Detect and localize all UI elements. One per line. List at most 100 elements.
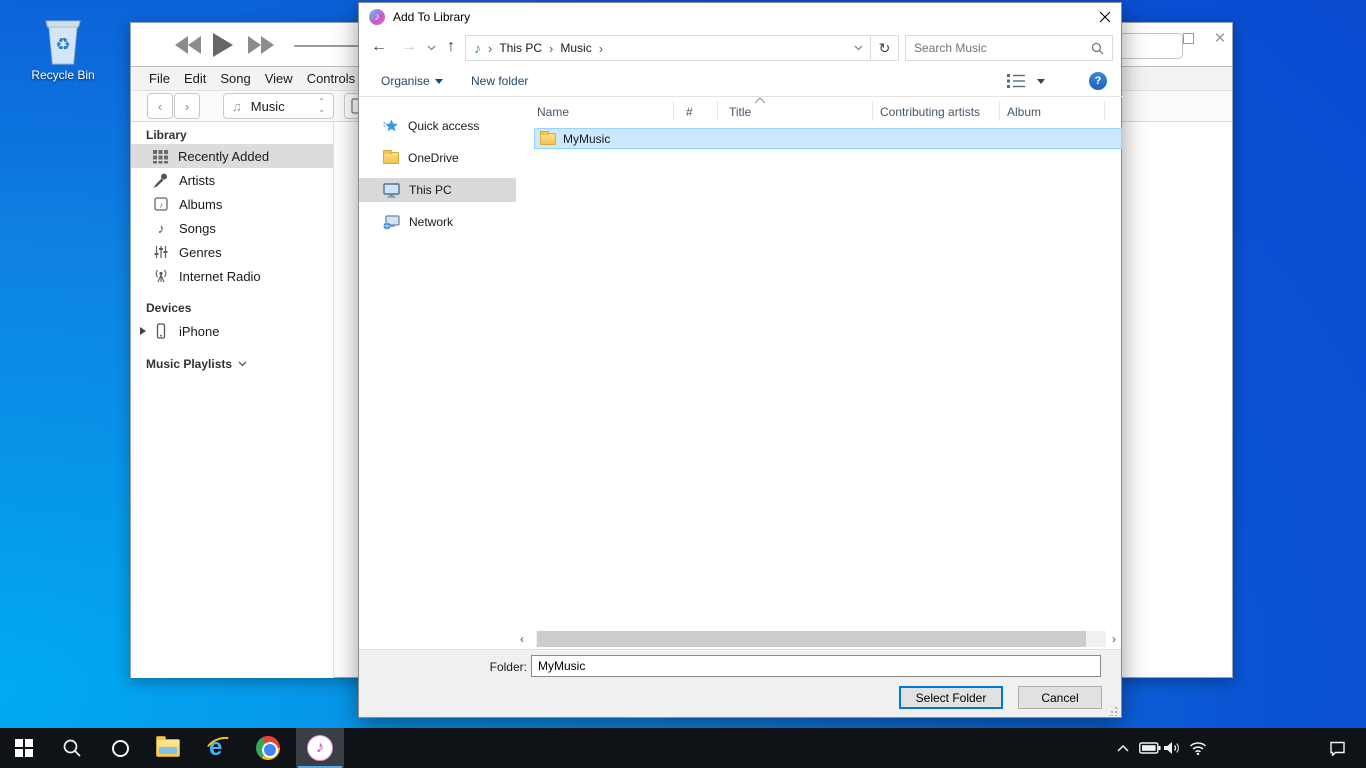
dialog-nav-pane: Quick access OneDrive This PC (359, 98, 516, 647)
tray-show-hidden-button[interactable] (1108, 728, 1138, 768)
recycle-bin-icon: ♻ (37, 10, 89, 66)
nav-item-this-pc[interactable]: This PC (359, 178, 516, 202)
back-button[interactable]: ‹ (147, 93, 173, 119)
action-center-button[interactable] (1320, 728, 1354, 768)
sidebar-item-genres[interactable]: Genres (131, 240, 333, 264)
dialog-command-bar: Organise New folder ? (359, 65, 1123, 97)
menu-item-controls[interactable]: Controls (307, 71, 355, 86)
album-icon: ♪ (153, 196, 169, 212)
nav-up-icon[interactable]: ↑ (447, 38, 455, 56)
start-button[interactable] (0, 728, 48, 768)
forward-button[interactable]: › (174, 93, 200, 119)
chevron-down-icon (435, 79, 443, 84)
details-view-icon[interactable] (1007, 74, 1026, 88)
view-dropdown-chevron-icon[interactable] (1037, 79, 1045, 84)
dialog-title-bar[interactable]: ♪ Add To Library (359, 3, 1121, 31)
breadcrumb-this-pc[interactable]: This PC (499, 41, 542, 55)
cortana-button[interactable] (96, 728, 144, 768)
play-icon[interactable] (213, 33, 233, 62)
library-header: Library (131, 122, 333, 144)
nav-item-network[interactable]: Network (359, 210, 516, 234)
help-icon[interactable]: ? (1089, 72, 1107, 90)
media-picker-dropdown[interactable]: ♫ Music ⌃⌄ (223, 93, 334, 119)
scroll-left-arrow-icon[interactable]: ‹ (520, 632, 524, 646)
taskbar-search-button[interactable] (48, 728, 96, 768)
file-row-mymusic[interactable]: MyMusic (534, 128, 1122, 149)
chrome-button[interactable] (244, 728, 292, 768)
sidebar-item-internet-radio[interactable]: Internet Radio (131, 264, 333, 288)
column-header-number[interactable]: # (686, 105, 693, 119)
folder-name-input[interactable] (531, 655, 1101, 677)
nav-history-chevron-icon[interactable] (427, 45, 436, 51)
folder-icon (540, 133, 556, 145)
breadcrumb-music[interactable]: Music (560, 41, 591, 55)
iphone-icon (153, 323, 169, 339)
search-input[interactable] (906, 41, 1091, 55)
next-track-icon[interactable] (248, 36, 274, 59)
scrollbar-thumb[interactable] (537, 631, 1086, 647)
select-folder-button[interactable]: Select Folder (899, 686, 1003, 709)
maximize-icon[interactable] (1183, 33, 1194, 44)
column-header-album[interactable]: Album (1007, 105, 1041, 119)
svg-text:♪: ♪ (159, 201, 163, 210)
menu-item-file[interactable]: File (149, 71, 170, 86)
new-folder-button[interactable]: New folder (471, 74, 528, 88)
network-icon (383, 215, 400, 230)
antenna-icon (153, 268, 169, 284)
horizontal-scrollbar[interactable]: ‹ › (518, 631, 1123, 647)
itunes-search-field[interactable] (1113, 33, 1183, 59)
music-note-icon: ♪ (474, 40, 481, 56)
refresh-button[interactable]: ↻ (871, 35, 899, 61)
nav-item-label: Network (409, 215, 453, 229)
media-picker-value: Music (251, 99, 285, 114)
dialog-footer: Folder: Select Folder Cancel (359, 649, 1121, 717)
itunes-taskbar-button[interactable]: ♪ (296, 728, 344, 768)
scroll-right-arrow-icon[interactable]: › (1112, 632, 1116, 646)
folder-field-label: Folder: (479, 660, 527, 674)
search-field[interactable] (905, 35, 1113, 61)
tray-wifi-button[interactable] (1184, 728, 1212, 768)
resize-grip[interactable] (1109, 707, 1118, 716)
music-playlists-header[interactable]: Music Playlists (131, 357, 333, 371)
sidebar-item-artists[interactable]: Artists (131, 168, 333, 192)
expander-icon[interactable] (140, 327, 146, 335)
menu-item-view[interactable]: View (265, 71, 293, 86)
tray-volume-button[interactable] (1158, 728, 1186, 768)
sidebar-item-songs[interactable]: ♪ Songs (131, 216, 333, 240)
crumb-separator: › (599, 41, 603, 56)
sidebar-item-recently-added[interactable]: Recently Added (131, 144, 333, 168)
note-icon: ♪ (153, 220, 169, 236)
nav-item-onedrive[interactable]: OneDrive (359, 146, 516, 170)
address-dropdown-icon[interactable] (854, 45, 863, 51)
sidebar-item-albums[interactable]: ♪ Albums (131, 192, 333, 216)
menu-item-song[interactable]: Song (220, 71, 250, 86)
sidebar-item-label: Internet Radio (179, 269, 261, 284)
crumb-separator: › (488, 41, 492, 56)
column-header-name[interactable]: Name (537, 105, 569, 119)
previous-track-icon[interactable] (175, 36, 201, 59)
sidebar-item-iphone[interactable]: iPhone (131, 319, 333, 343)
nav-back-icon[interactable]: ← (371, 38, 387, 56)
sidebar-item-label: Artists (179, 173, 215, 188)
faders-icon (153, 244, 169, 260)
nav-item-label: Quick access (408, 119, 479, 133)
recycle-bin-shortcut[interactable]: ♻ Recycle Bin (18, 10, 108, 82)
close-window-icon[interactable]: ✕ (1211, 29, 1229, 47)
music-note-icon: ♫ (232, 99, 242, 114)
dialog-title: Add To Library (393, 10, 470, 24)
address-bar[interactable]: ♪ › This PC › Music › (465, 35, 871, 61)
sidebar-item-label: Genres (179, 245, 222, 260)
updown-chevrons-icon: ⌃⌄ (318, 98, 325, 114)
menu-item-edit[interactable]: Edit (184, 71, 206, 86)
internet-explorer-button[interactable]: e (196, 728, 244, 768)
organise-dropdown[interactable]: Organise (381, 74, 443, 88)
cancel-button[interactable]: Cancel (1018, 686, 1102, 709)
nav-item-label: This PC (409, 183, 452, 197)
nav-item-quick-access[interactable]: Quick access (359, 114, 516, 138)
file-list-header: Name # Title Contributing artists Album (518, 99, 1123, 123)
column-header-title[interactable]: Title (729, 105, 751, 119)
dialog-close-icon[interactable] (1099, 11, 1111, 23)
column-header-contributing-artists[interactable]: Contributing artists (880, 105, 980, 119)
file-explorer-button[interactable] (144, 728, 192, 768)
action-center-icon (1329, 741, 1346, 756)
